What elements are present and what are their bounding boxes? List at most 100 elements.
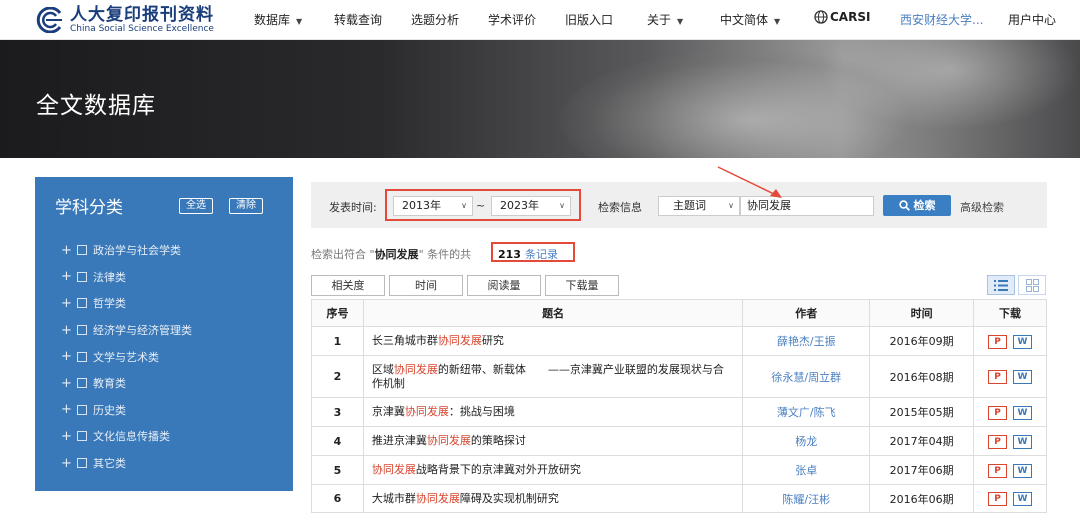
pdf-download-button[interactable]: P <box>988 370 1008 384</box>
issue-time: 2017年04期 <box>869 426 975 456</box>
nav-database[interactable]: 数据库 ▼ <box>254 11 302 28</box>
category-checkbox[interactable] <box>77 245 87 256</box>
issue-time: 2017年06期 <box>869 455 975 485</box>
author-link[interactable]: 陈耀/汪彬 <box>742 484 871 513</box>
article-title-link[interactable]: 协同发展战略背景下的京津冀对外开放研究 <box>362 455 744 485</box>
expand-plus-icon[interactable]: + <box>61 349 75 364</box>
author-link[interactable]: 张卓 <box>742 455 871 485</box>
author-link[interactable]: 徐永慧/周立群 <box>742 355 871 398</box>
word-download-button[interactable]: W <box>1013 405 1033 420</box>
pdf-download-button[interactable]: P <box>988 434 1008 449</box>
clear-button[interactable]: 清除 <box>229 198 263 214</box>
word-download-button[interactable]: W <box>1013 463 1033 478</box>
table-row: 5 协同发展战略背景下的京津冀对外开放研究 张卓 2017年06期 PW <box>311 455 1047 485</box>
expand-plus-icon[interactable]: + <box>61 402 75 417</box>
date-label: 发表时间: <box>329 201 377 214</box>
author-link[interactable]: 薛艳杰/王振 <box>742 326 871 356</box>
category-checkbox[interactable] <box>77 404 87 415</box>
category-item[interactable]: + 文化信息传播类 <box>61 423 192 450</box>
category-item[interactable]: + 政治学与社会学类 <box>61 237 192 264</box>
article-title-link[interactable]: 大城市群协同发展障碍及实现机制研究 <box>362 484 744 513</box>
nav-label: 中文简体 <box>720 13 769 27</box>
sort-time-button[interactable]: 时间 <box>389 275 463 296</box>
download-cell: PW <box>973 397 1047 427</box>
expand-plus-icon[interactable]: + <box>61 269 75 284</box>
word-download-button[interactable]: W <box>1013 334 1033 349</box>
expand-plus-icon[interactable]: + <box>61 323 75 338</box>
nav-institution[interactable]: 西安财经大学... <box>900 11 983 28</box>
title-text: 战略背景下的京津冀对外开放研究 <box>415 463 581 476</box>
grid-view-button[interactable] <box>1018 275 1046 295</box>
word-download-button[interactable]: W <box>1013 492 1033 506</box>
pdf-download-button[interactable]: P <box>988 334 1008 349</box>
word-download-button[interactable]: W <box>1013 434 1033 449</box>
nav-topic-analysis[interactable]: 选题分析 <box>411 11 459 28</box>
logo-text-cn: 人大复印报刊资料 <box>70 4 214 25</box>
category-item[interactable]: + 其它类 <box>61 450 192 477</box>
download-cell: PW <box>973 455 1047 485</box>
category-item[interactable]: + 经济学与经济管理类 <box>61 317 192 344</box>
nav-language[interactable]: 中文简体 ▼ <box>720 11 780 28</box>
result-suffix: " 条件的共 <box>418 248 472 261</box>
download-cell: PW <box>973 426 1047 456</box>
title-text: 研究 <box>481 334 504 347</box>
download-cell: PW <box>973 484 1047 513</box>
article-title-link[interactable]: 长三角城市群协同发展研究 <box>362 326 744 356</box>
sort-reads-button[interactable]: 阅读量 <box>467 275 541 296</box>
sort-relevance-button[interactable]: 相关度 <box>311 275 385 296</box>
annotation-arrow-icon <box>717 166 782 198</box>
category-checkbox[interactable] <box>77 378 87 389</box>
category-item[interactable]: + 哲学类 <box>61 290 192 317</box>
pdf-download-button[interactable]: P <box>988 405 1008 420</box>
category-item[interactable]: + 文学与艺术类 <box>61 343 192 370</box>
nav-user-center[interactable]: 用户中心 <box>1008 11 1056 28</box>
author-link[interactable]: 杨龙 <box>742 426 871 456</box>
author-link[interactable]: 薄文广/陈飞 <box>742 397 871 427</box>
category-checkbox[interactable] <box>77 431 87 442</box>
title-text: ：挑战与困境 <box>448 405 515 418</box>
table-row: 2 区域协同发展的新纽带、新载体 ——京津冀产业联盟的发展现状与合作机制 徐永慧… <box>311 355 1047 398</box>
select-all-button[interactable]: 全选 <box>179 198 213 214</box>
category-checkbox[interactable] <box>77 271 87 282</box>
category-checkbox[interactable] <box>77 458 87 469</box>
article-title-link[interactable]: 区域协同发展的新纽带、新载体 ——京津冀产业联盟的发展现状与合作机制 <box>362 355 744 398</box>
sort-downloads-button[interactable]: 下载量 <box>545 275 619 296</box>
pdf-download-button[interactable]: P <box>988 492 1008 506</box>
site-logo[interactable]: 人大复印报刊资料 China Social Science Excellence <box>34 5 214 35</box>
pdf-download-button[interactable]: P <box>988 463 1008 478</box>
expand-plus-icon[interactable]: + <box>61 376 75 391</box>
title-highlight: 协同发展 <box>437 334 482 347</box>
caret-down-icon: ▼ <box>677 17 684 26</box>
article-title-link[interactable]: 推进京津冀协同发展的策略探讨 <box>362 426 744 456</box>
nav-old-version[interactable]: 旧版入口 <box>565 11 613 28</box>
sidebar-title: 学科分类 <box>55 198 123 218</box>
caret-down-icon: ▼ <box>774 17 781 26</box>
carsi-label: CARSI <box>830 10 871 24</box>
expand-plus-icon[interactable]: + <box>61 456 75 471</box>
category-checkbox[interactable] <box>77 351 87 362</box>
hero-banner: 全文数据库 <box>0 40 1080 158</box>
table-row: 1 长三角城市群协同发展研究 薛艳杰/王振 2016年09期 PW <box>311 326 1047 356</box>
nav-reprint-query[interactable]: 转载查询 <box>334 11 382 28</box>
word-download-button[interactable]: W <box>1013 370 1033 384</box>
expand-plus-icon[interactable]: + <box>61 429 75 444</box>
nav-label: 关于 <box>647 13 672 27</box>
row-index: 4 <box>311 426 364 456</box>
category-item[interactable]: + 历史类 <box>61 397 192 424</box>
expand-plus-icon[interactable]: + <box>61 296 75 311</box>
advanced-search-link[interactable]: 高级检索 <box>960 199 1004 215</box>
category-checkbox[interactable] <box>77 298 87 309</box>
nav-academic-evaluation[interactable]: 学术评价 <box>488 11 536 28</box>
search-button[interactable]: 检索 <box>883 195 951 216</box>
category-label: 法律类 <box>93 270 126 284</box>
nav-carsi[interactable]: CARSI <box>814 10 870 27</box>
list-view-button[interactable] <box>987 275 1015 295</box>
article-title-link[interactable]: 京津冀协同发展：挑战与困境 <box>362 397 744 427</box>
nav-about[interactable]: 关于 ▼ <box>647 11 683 28</box>
expand-plus-icon[interactable]: + <box>61 243 75 258</box>
category-item[interactable]: + 教育类 <box>61 370 192 397</box>
title-highlight: 协同发展 <box>426 434 471 447</box>
category-checkbox[interactable] <box>77 325 87 336</box>
select-value: 主题词 <box>673 199 706 212</box>
category-item[interactable]: + 法律类 <box>61 264 192 291</box>
